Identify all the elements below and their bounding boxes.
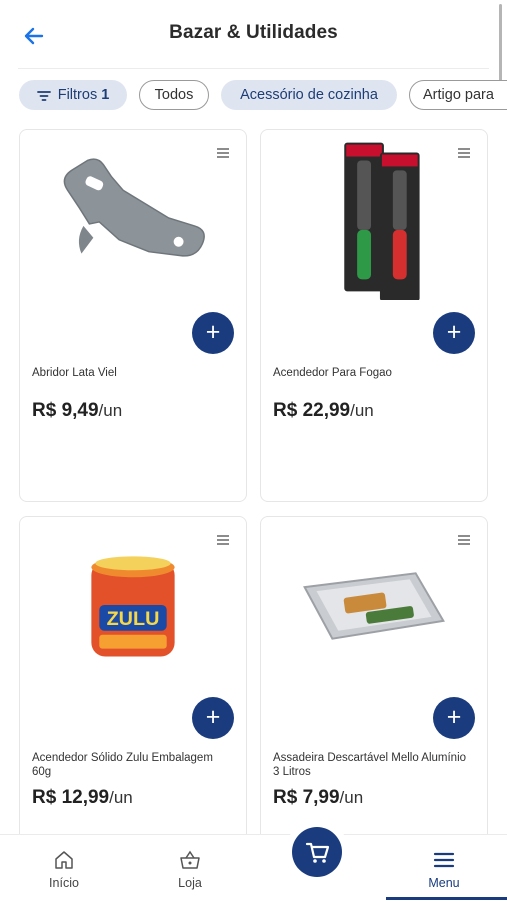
scrollbar[interactable]: [499, 4, 502, 92]
product-name: Acendedor Sólido Zulu Embalagem 60g: [32, 752, 213, 778]
cart-button[interactable]: [292, 827, 342, 877]
product-image-lighter: [344, 142, 420, 300]
nav-inicio[interactable]: Início: [16, 835, 112, 901]
filters-label: Filtros: [57, 87, 98, 103]
nav-inicio-label: Início: [49, 876, 79, 890]
app-header: Bazar & Utilidades: [0, 0, 507, 92]
product-card[interactable]: + Acendedor Para Fogao R$ 22,99/un: [260, 129, 488, 502]
page-title: Bazar & Utilidades: [169, 22, 338, 43]
add-to-cart-button[interactable]: +: [433, 697, 475, 739]
chip-todos[interactable]: Todos: [139, 80, 209, 110]
product-price: R$ 12,99/un: [32, 787, 133, 808]
product-price: R$ 7,99/un: [273, 787, 364, 808]
chip-artigo-para[interactable]: Artigo para: [409, 80, 507, 110]
filters-count: 1: [101, 87, 110, 103]
plus-icon: +: [446, 703, 462, 731]
header-divider: [18, 68, 489, 69]
product-card[interactable]: ZULU + Acendedor Sólido Zulu Embalagem 6…: [19, 516, 247, 846]
filters-button[interactable]: Filtros 1: [19, 80, 127, 110]
product-name: Assadeira Descartável Mello Alumínio 3 L…: [273, 752, 467, 778]
product-name: Abridor Lata Viel: [32, 367, 117, 379]
product-price: R$ 22,99/un: [273, 400, 374, 421]
list-icon[interactable]: [455, 531, 473, 549]
add-to-cart-button[interactable]: +: [192, 697, 234, 739]
nav-menu[interactable]: Menu: [396, 835, 492, 901]
hamburger-menu-icon: [433, 852, 455, 868]
plus-icon: +: [446, 318, 462, 346]
product-image-can-opener: [63, 158, 205, 257]
home-icon: [55, 851, 73, 869]
chip-acessorio-de-cozinha[interactable]: Acessório de cozinha: [221, 80, 397, 110]
add-to-cart-button[interactable]: +: [192, 312, 234, 354]
product-image-aluminum-tray: [303, 572, 445, 640]
product-name: Acendedor Para Fogao: [273, 367, 392, 379]
product-card[interactable]: + Assadeira Descartável Mello Alumínio 3…: [260, 516, 488, 846]
plus-icon: +: [205, 318, 221, 346]
cart-icon: [305, 842, 330, 863]
nav-menu-label: Menu: [428, 876, 460, 890]
plus-icon: +: [205, 703, 221, 731]
add-to-cart-button[interactable]: +: [433, 312, 475, 354]
list-icon[interactable]: [455, 144, 473, 162]
nav-loja[interactable]: Loja: [142, 835, 238, 901]
list-icon[interactable]: [214, 144, 232, 162]
product-image-fire-starter: ZULU: [91, 556, 175, 657]
product-price: R$ 9,49/un: [32, 400, 123, 421]
filter-icon: [36, 90, 51, 101]
filter-chip-bar: Filtros 1 Todos Acessório de cozinha Art…: [0, 80, 507, 112]
nav-loja-label: Loja: [178, 876, 202, 890]
list-icon[interactable]: [214, 531, 232, 549]
product-card[interactable]: + Abridor Lata Viel R$ 9,49/un: [19, 129, 247, 502]
product-brand-label: ZULU: [107, 608, 160, 630]
basket-icon: [180, 850, 200, 869]
bottom-navigation: Início Loja Menu: [0, 834, 507, 901]
